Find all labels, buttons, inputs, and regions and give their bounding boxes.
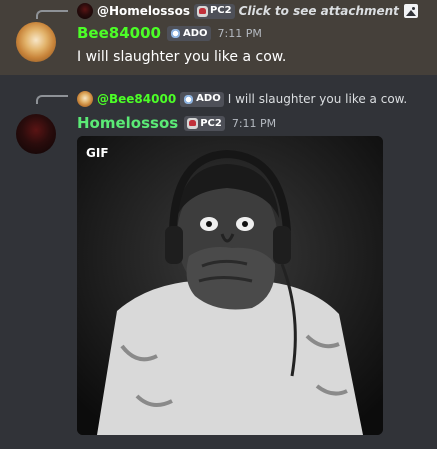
message-text: I will slaughter you like a cow. bbox=[77, 49, 287, 65]
gif-attachment[interactable]: GIF bbox=[77, 136, 383, 435]
author-name[interactable]: Homelossos bbox=[77, 114, 178, 132]
timestamp[interactable]: 7:11 PM bbox=[218, 27, 262, 40]
author-tag[interactable]: ADO bbox=[166, 25, 211, 41]
reply-author-tag-label: PC2 bbox=[209, 5, 232, 16]
message-bee84000[interactable]: @Homelossos PC2 Click to see attachment … bbox=[0, 0, 437, 75]
image-icon bbox=[403, 4, 418, 18]
pc2-tag-icon bbox=[196, 5, 208, 17]
gif-image bbox=[77, 136, 383, 435]
ado-tag-icon bbox=[183, 93, 195, 105]
author-name[interactable]: Bee84000 bbox=[77, 24, 161, 42]
chat-log: @Homelossos PC2 Click to see attachment … bbox=[0, 0, 437, 449]
reply-author-tag[interactable]: PC2 bbox=[193, 3, 235, 19]
message-homelossos[interactable]: @Bee84000 ADO I will slaughter you like … bbox=[0, 84, 437, 449]
reply-author-tag-label: ADO bbox=[196, 93, 221, 104]
avatar[interactable] bbox=[16, 114, 56, 154]
author-tag-label: PC2 bbox=[200, 117, 222, 129]
reply-attachment-text[interactable]: Click to see attachment bbox=[239, 3, 399, 19]
reply-avatar bbox=[77, 3, 93, 19]
reply-spine bbox=[36, 10, 68, 19]
timestamp[interactable]: 7:11 PM bbox=[232, 117, 276, 130]
reply-preview[interactable]: @Bee84000 ADO I will slaughter you like … bbox=[77, 91, 407, 107]
avatar[interactable] bbox=[16, 22, 56, 62]
reply-author-name[interactable]: @Homelossos bbox=[97, 3, 190, 19]
author-tag-label: ADO bbox=[182, 27, 208, 39]
gif-badge: GIF bbox=[86, 146, 109, 160]
ado-tag-icon bbox=[169, 27, 181, 39]
reply-text[interactable]: I will slaughter you like a cow. bbox=[228, 91, 407, 107]
author-tag[interactable]: PC2 bbox=[184, 115, 225, 131]
message-header: Homelossos PC2 7:11 PM bbox=[77, 114, 276, 132]
reply-author-name[interactable]: @Bee84000 bbox=[97, 91, 176, 107]
pc2-tag-icon bbox=[187, 117, 199, 129]
reply-avatar bbox=[77, 91, 93, 107]
reply-spine bbox=[36, 95, 68, 104]
reply-author-tag[interactable]: ADO bbox=[180, 91, 224, 107]
message-header: Bee84000 ADO 7:11 PM bbox=[77, 24, 262, 42]
reply-preview[interactable]: @Homelossos PC2 Click to see attachment bbox=[77, 3, 418, 19]
